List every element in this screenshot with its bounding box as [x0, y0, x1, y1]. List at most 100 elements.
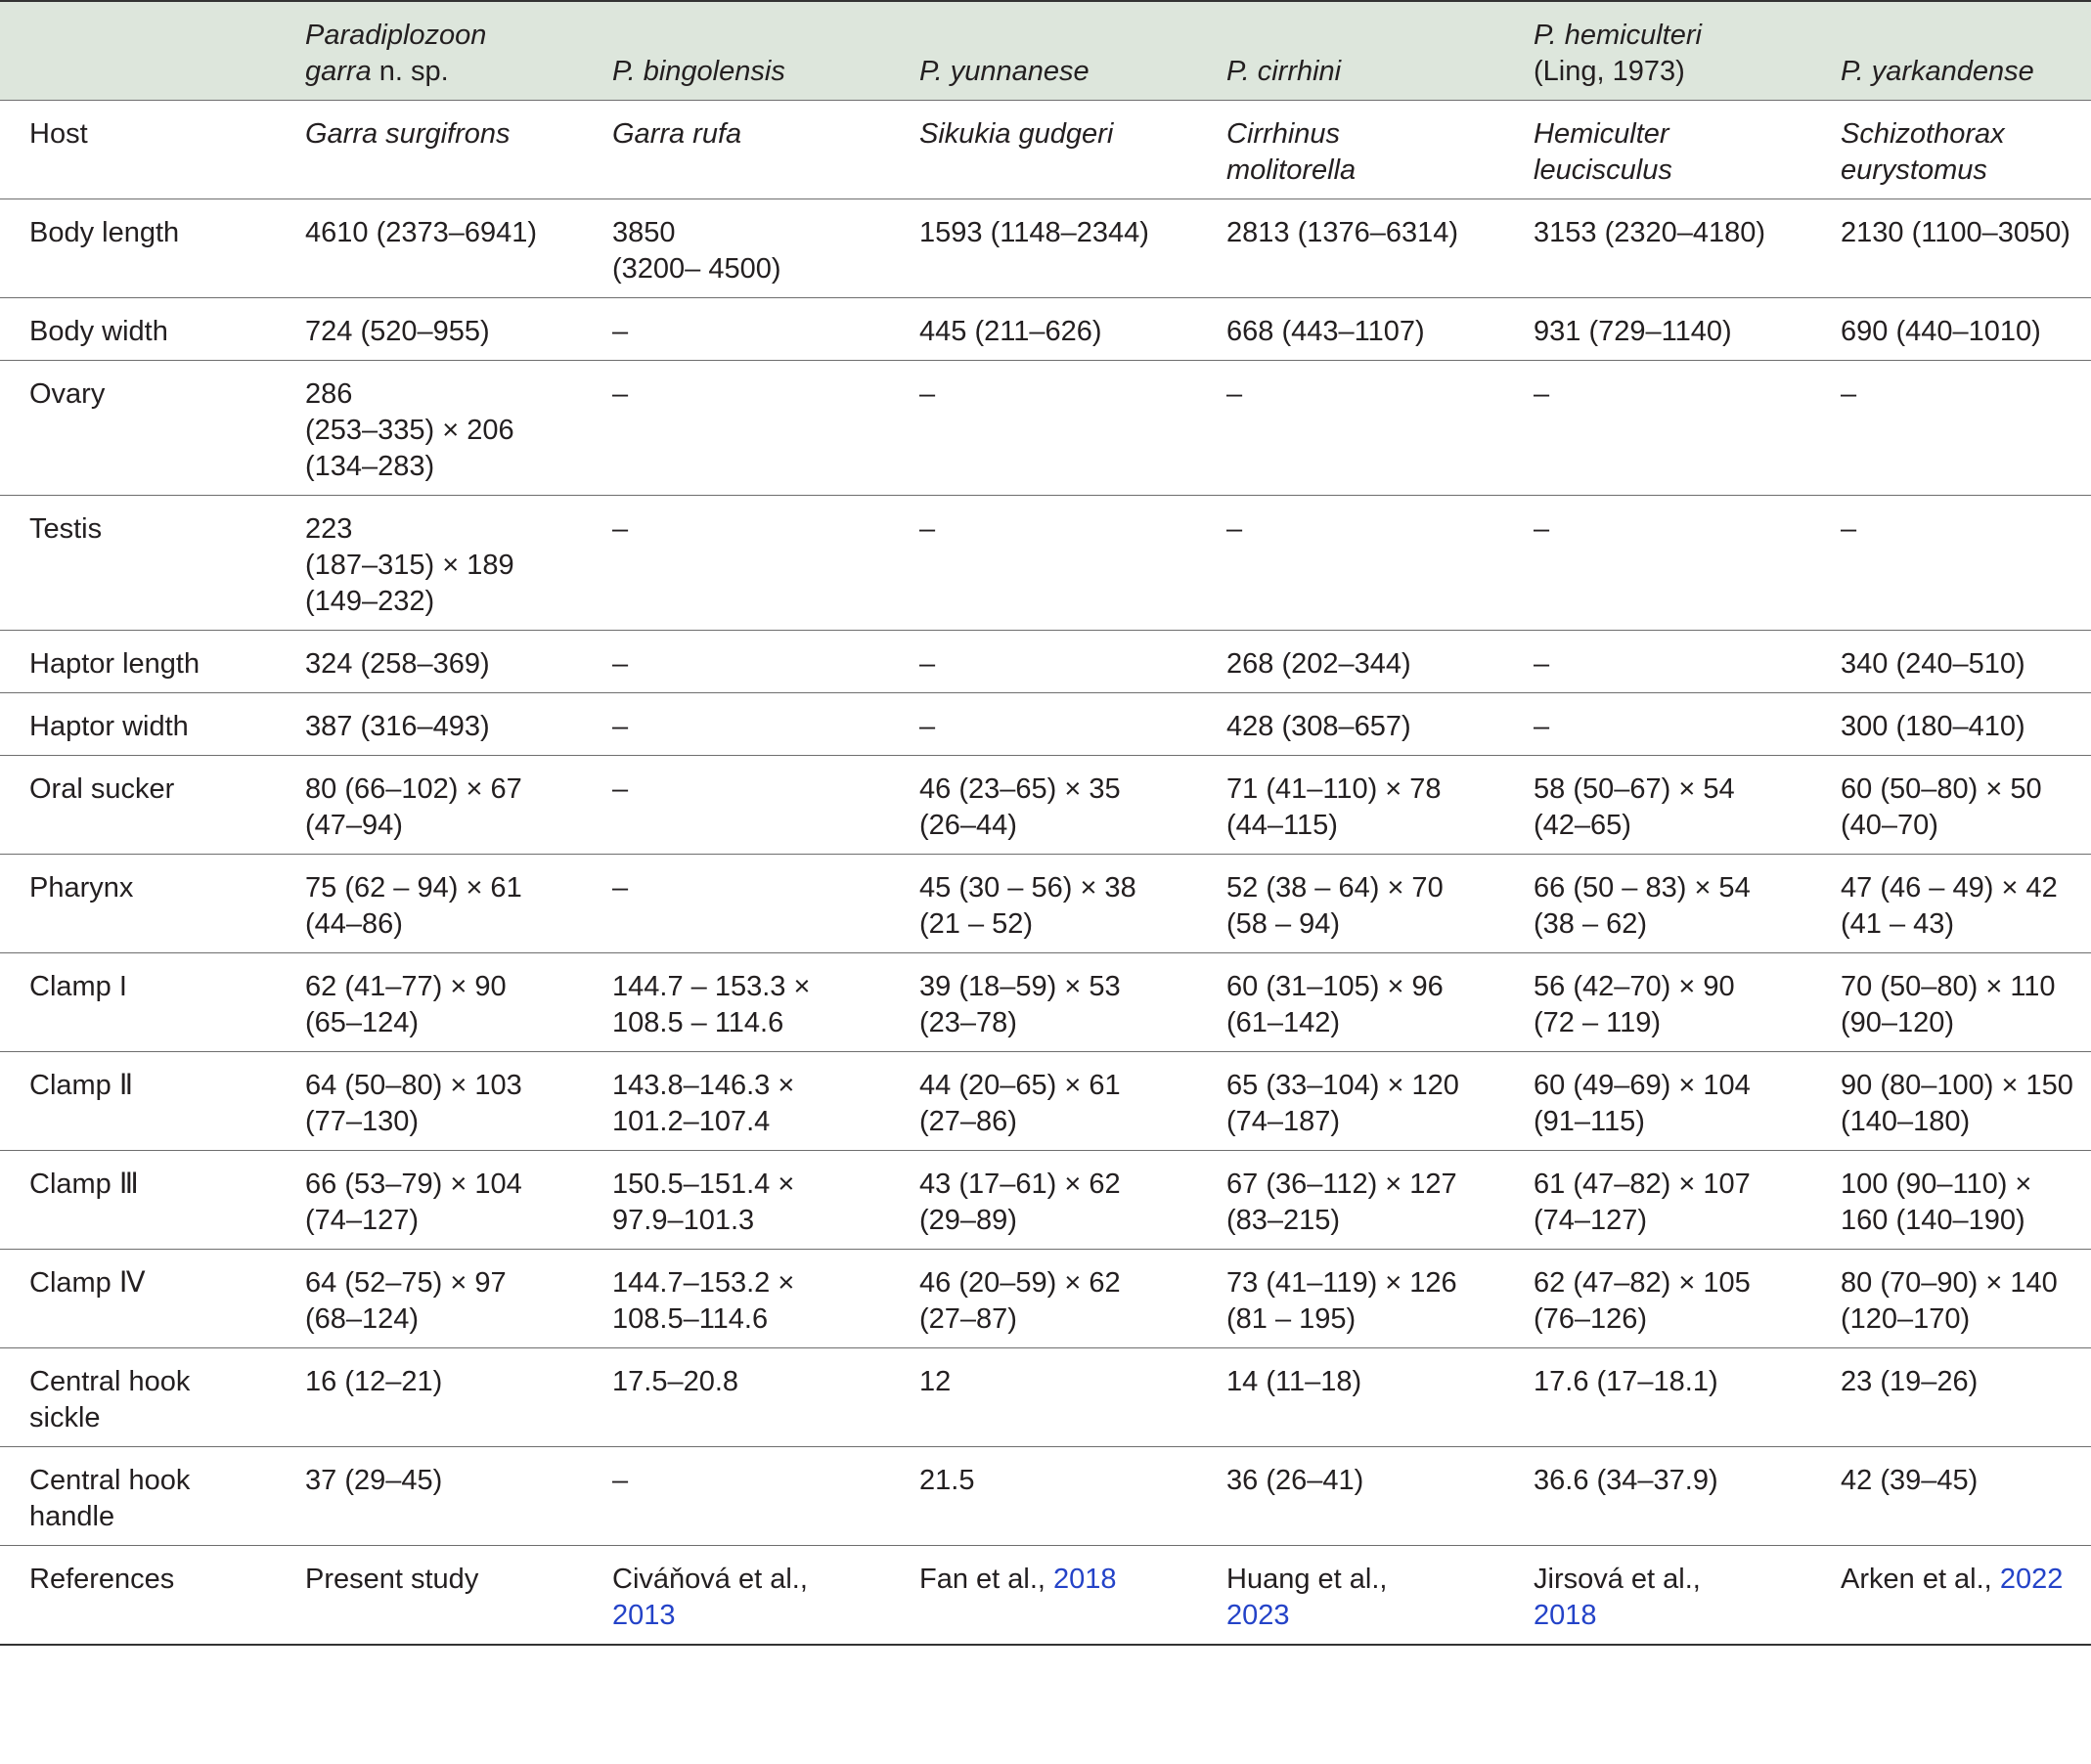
table-cell: –	[612, 872, 629, 904]
table-cell: 1593 (1148–2344)	[919, 217, 1149, 248]
table-cell: 286 (253–335) × 206 (134–283)	[305, 378, 514, 482]
table-cell: –	[1226, 378, 1243, 410]
table-cell: 62 (47–82) × 105 (76–126)	[1534, 1267, 1751, 1335]
table-row: Clamp Ⅲ 66 (53–79) × 104 (74–127) 150.5–…	[0, 1150, 2091, 1250]
table-cell: 3153 (2320–4180)	[1534, 217, 1766, 248]
table-cell: 37 (29–45)	[305, 1465, 443, 1496]
reference-cell: Arken et al., 2022	[1841, 1564, 2064, 1595]
table-cell: 46 (23–65) × 35 (26–44)	[919, 773, 1121, 841]
species-comparison-table: Paradiplozoon garra n. sp. P. bingolensi…	[0, 0, 2091, 1646]
table-cell: 387 (316–493)	[305, 711, 490, 742]
table-row: Clamp I 62 (41–77) × 90 (65–124) 144.7 –…	[0, 952, 2091, 1052]
table-cell: 223 (187–315) × 189 (149–232)	[305, 513, 514, 617]
row-label: Body width	[29, 316, 168, 347]
table-cell: –	[1534, 378, 1550, 410]
table-row: Haptor width 387 (316–493) – – 428 (308–…	[0, 692, 2091, 756]
table-row: Testis 223 (187–315) × 189 (149–232) – –…	[0, 495, 2091, 631]
reference-year-link[interactable]: 2023	[1226, 1600, 1290, 1631]
table-cell: 17.6 (17–18.1)	[1534, 1366, 1718, 1397]
table-cell: 73 (41–119) × 126 (81 – 195)	[1226, 1267, 1457, 1335]
table-cell: 66 (50 – 83) × 54 (38 – 62)	[1534, 872, 1751, 940]
reference-year-link[interactable]: 2022	[2000, 1564, 2064, 1595]
table-cell: 58 (50–67) × 54 (42–65)	[1534, 773, 1735, 841]
table-cell: 67 (36–112) × 127 (83–215)	[1226, 1169, 1457, 1236]
table-cell: –	[612, 513, 629, 545]
table-row: Clamp Ⅳ 64 (52–75) × 97 (68–124) 144.7–1…	[0, 1249, 2091, 1348]
table-cell: –	[1841, 513, 1857, 545]
table-cell: 14 (11–18)	[1226, 1366, 1362, 1397]
table-cell: 324 (258–369)	[305, 648, 490, 680]
table-cell: 340 (240–510)	[1841, 648, 2025, 680]
table-cell: 61 (47–82) × 107 (74–127)	[1534, 1169, 1751, 1236]
table-cell: –	[612, 316, 629, 347]
row-label: Clamp I	[29, 971, 127, 1002]
table-cell: 80 (66–102) × 67 (47–94)	[305, 773, 522, 841]
table-cell: 60 (50–80) × 50 (40–70)	[1841, 773, 2042, 841]
table-cell: 42 (39–45)	[1841, 1465, 1979, 1496]
table-cell: 90 (80–100) × 150 (140–180)	[1841, 1070, 2073, 1137]
table-cell: –	[1226, 513, 1243, 545]
table-cell: –	[1841, 378, 1857, 410]
table-cell: –	[612, 1465, 629, 1496]
table-cell: 150.5–151.4 × 97.9–101.3	[612, 1169, 795, 1236]
table-cell: 143.8–146.3 × 101.2–107.4	[612, 1070, 795, 1137]
header-p-cirrhini: P. cirrhini	[1226, 56, 1342, 87]
table-row: Body width 724 (520–955) – 445 (211–626)…	[0, 297, 2091, 361]
table-cell: 16 (12–21)	[305, 1366, 443, 1397]
table-cell: 64 (52–75) × 97 (68–124)	[305, 1267, 507, 1335]
header-p-bingolensis: P. bingolensis	[612, 56, 785, 87]
table-cell: 3850 (3200– 4500)	[612, 217, 781, 285]
reference-cell: Fan et al., 2018	[919, 1564, 1117, 1595]
table-cell: Hemiculter leucisculus	[1534, 118, 1672, 186]
row-label: References	[29, 1564, 175, 1595]
row-label: Clamp Ⅲ	[29, 1169, 139, 1200]
table-cell: Garra surgifrons	[305, 118, 511, 150]
table-cell: 44 (20–65) × 61 (27–86)	[919, 1070, 1121, 1137]
row-label: Ovary	[29, 378, 106, 410]
references-row: References Present study Civáňová et al.…	[0, 1545, 2091, 1645]
table-cell: 45 (30 – 56) × 38 (21 – 52)	[919, 872, 1136, 940]
reference-year-link[interactable]: 2018	[1534, 1600, 1597, 1631]
table-cell: Garra rufa	[612, 118, 742, 150]
table-row: Ovary 286 (253–335) × 206 (134–283) – – …	[0, 360, 2091, 496]
table-row: Central hook handle 37 (29–45) – 21.5 36…	[0, 1446, 2091, 1546]
table-cell: –	[612, 773, 629, 805]
table-cell: 690 (440–1010)	[1841, 316, 2041, 347]
table-cell: –	[919, 513, 936, 545]
table-cell: Cirrhinus molitorella	[1226, 118, 1357, 186]
row-label: Clamp Ⅱ	[29, 1070, 134, 1101]
row-label: Haptor length	[29, 648, 200, 680]
table-cell: –	[1534, 513, 1550, 545]
header-corner	[0, 1, 276, 101]
table-cell: 39 (18–59) × 53 (23–78)	[919, 971, 1121, 1038]
row-label: Haptor width	[29, 711, 189, 742]
table-cell: 2130 (1100–3050)	[1841, 217, 2070, 248]
reference-cell: Present study	[305, 1564, 479, 1595]
row-label: Central hook sickle	[29, 1366, 191, 1433]
table-cell: 64 (50–80) × 103 (77–130)	[305, 1070, 522, 1137]
table-cell: 46 (20–59) × 62 (27–87)	[919, 1267, 1121, 1335]
table-cell: –	[612, 378, 629, 410]
header-row: Paradiplozoon garra n. sp. P. bingolensi…	[0, 1, 2091, 101]
reference-year-link[interactable]: 2013	[612, 1600, 676, 1631]
table-cell: 445 (211–626)	[919, 316, 1102, 347]
reference-year-link[interactable]: 2018	[1053, 1564, 1117, 1595]
row-label: Pharynx	[29, 872, 134, 904]
table-cell: 75 (62 – 94) × 61 (44–86)	[305, 872, 522, 940]
table-row: Central hook sickle 16 (12–21) 17.5–20.8…	[0, 1347, 2091, 1447]
table-cell: 268 (202–344)	[1226, 648, 1411, 680]
row-label: Oral sucker	[29, 773, 175, 805]
reference-cell: Civáňová et al., 2013	[612, 1564, 808, 1631]
table-cell: 21.5	[919, 1465, 975, 1496]
table-cell: 23 (19–26)	[1841, 1366, 1979, 1397]
header-p-yunnanese: P. yunnanese	[919, 56, 1090, 87]
header-p-hemiculteri: P. hemiculteri (Ling, 1973)	[1534, 20, 1702, 87]
reference-cell: Huang et al., 2023	[1226, 1564, 1388, 1631]
table-body: Host Garra surgifrons Garra rufa Sikukia…	[0, 100, 2091, 1645]
table-cell: 144.7 – 153.3 × 108.5 – 114.6	[612, 971, 811, 1038]
table-cell: 65 (33–104) × 120 (74–187)	[1226, 1070, 1459, 1137]
reference-cell: Jirsová et al., 2018	[1534, 1564, 1701, 1631]
table-cell: 931 (729–1140)	[1534, 316, 1732, 347]
table-row: Body length 4610 (2373–6941) 3850 (3200–…	[0, 198, 2091, 298]
row-label: Clamp Ⅳ	[29, 1267, 146, 1299]
